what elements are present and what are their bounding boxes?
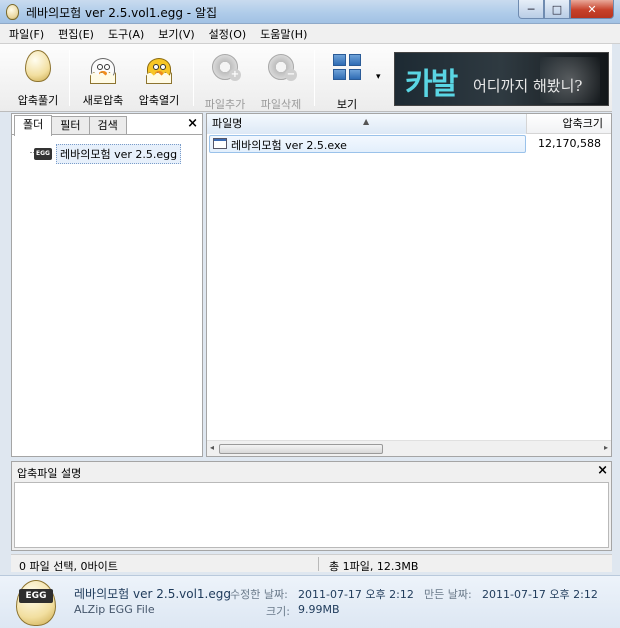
details-created-value: 2011-07-17 오후 2:12 xyxy=(482,588,598,601)
remove-gear-icon: − xyxy=(266,54,297,88)
status-divider xyxy=(318,557,319,571)
hatching-chick-yellow-icon xyxy=(144,50,174,84)
sort-ascending-icon: ▲ xyxy=(363,117,370,126)
explorer-details-pane: EGG 레바의모험 ver 2.5.vol1.egg ALZip EGG Fil… xyxy=(0,575,620,628)
window-controls: ─ □ ✕ xyxy=(518,0,614,19)
scroll-left-arrow-icon[interactable]: ◂ xyxy=(210,443,214,452)
column-filename-label: 파일명 xyxy=(212,117,243,130)
menu-view[interactable]: 보기(V) xyxy=(158,26,194,42)
menu-bar: 파일(F) 편집(E) 도구(A) 보기(V) 설정(O) 도움말(H) xyxy=(0,24,620,44)
archive-description-panel: 압축파일 설명 × xyxy=(11,461,612,551)
hatching-chick-white-icon xyxy=(88,50,118,84)
description-close-button[interactable]: × xyxy=(597,463,608,478)
extract-label: 압축풀기 xyxy=(17,94,59,107)
file-list-panel: ▲ 파일명 압축크기 레바의모험 ver 2.5.exe 12,170,588 … xyxy=(206,113,612,457)
close-button[interactable]: ✕ xyxy=(570,0,614,19)
egg-file-large-icon: EGG xyxy=(16,580,56,626)
menu-edit[interactable]: 편집(E) xyxy=(58,26,94,42)
extract-button[interactable]: 압축풀기 xyxy=(9,50,67,110)
banner-ad[interactable]: 카발 어디까지 해봤니? xyxy=(394,52,609,106)
egg-icon xyxy=(23,50,53,84)
view-button[interactable]: 보기 xyxy=(318,50,376,111)
folder-panel-close-button[interactable]: × xyxy=(187,116,198,131)
column-filename[interactable]: ▲ 파일명 xyxy=(207,114,527,134)
add-gear-icon: + xyxy=(210,54,241,88)
delete-file-button[interactable]: − 파일삭제 xyxy=(252,50,310,111)
tab-filter[interactable]: 필터 xyxy=(51,116,90,134)
view-label: 보기 xyxy=(336,98,358,111)
tab-search[interactable]: 검색 xyxy=(88,116,127,134)
status-selection: 0 파일 선택, 0바이트 xyxy=(19,560,118,573)
details-modified-label: 수정한 날짜: xyxy=(230,588,288,601)
toolbar-separator xyxy=(69,50,70,106)
description-textbox[interactable] xyxy=(14,482,609,548)
details-filename: 레바의모험 ver 2.5.vol1.egg xyxy=(74,587,231,601)
window-title: 레바의모험 ver 2.5.vol1.egg - 알집 xyxy=(26,6,218,20)
column-header: ▲ 파일명 압축크기 xyxy=(207,114,611,134)
status-total: 총 1파일, 12.3MB xyxy=(329,560,419,573)
banner-main-text: 카발 xyxy=(405,67,458,102)
add-file-button[interactable]: + 파일추가 xyxy=(196,50,254,111)
panel-tabs: 폴더 필터 검색 xyxy=(14,115,127,136)
file-row[interactable]: 레바의모험 ver 2.5.exe 12,170,588 xyxy=(209,135,609,153)
menu-file[interactable]: 파일(F) xyxy=(9,26,44,42)
scrollbar-thumb[interactable] xyxy=(219,444,383,454)
delete-file-label: 파일삭제 xyxy=(260,98,302,111)
details-size-label: 크기: xyxy=(266,605,290,618)
tree-item-label: 레바의모험 ver 2.5.egg xyxy=(56,144,182,164)
menu-settings[interactable]: 설정(O) xyxy=(209,26,246,42)
menu-tools[interactable]: 도구(A) xyxy=(108,26,144,42)
window-edge xyxy=(612,44,620,575)
new-archive-label: 새로압축 xyxy=(82,94,124,107)
maximize-button[interactable]: □ xyxy=(544,0,570,19)
description-title: 압축파일 설명 xyxy=(17,467,82,480)
file-name: 레바의모험 ver 2.5.exe xyxy=(231,139,347,152)
banner-sub-text: 어디까지 해봤니? xyxy=(473,77,583,95)
file-size: 12,170,588 xyxy=(538,137,601,150)
view-grid-icon xyxy=(332,54,362,88)
alzip-app-icon xyxy=(6,4,19,20)
tree-item-archive[interactable]: EGG 레바의모험 ver 2.5.egg xyxy=(34,144,182,164)
minimize-button[interactable]: ─ xyxy=(518,0,544,19)
column-compressed-size[interactable]: 압축크기 xyxy=(528,114,611,134)
title-bar: 레바의모험 ver 2.5.vol1.egg - 알집 ─ □ ✕ xyxy=(0,0,620,24)
toolbar-separator xyxy=(314,50,315,106)
details-size-value: 9.99MB xyxy=(298,603,340,616)
status-bar: 0 파일 선택, 0바이트 총 1파일, 12.3MB xyxy=(11,554,612,573)
toolbar-separator xyxy=(193,50,194,106)
add-file-label: 파일추가 xyxy=(204,98,246,111)
new-archive-button[interactable]: 새로압축 xyxy=(74,50,132,110)
tab-folder[interactable]: 폴더 xyxy=(14,115,53,136)
details-filetype: ALZip EGG File xyxy=(74,603,155,616)
horizontal-scrollbar[interactable]: ◂ ▸ xyxy=(207,440,611,456)
egg-archive-icon: EGG xyxy=(34,148,52,160)
egg-badge: EGG xyxy=(19,589,53,603)
folder-panel: 폴더 필터 검색 × EGG 레바의모험 ver 2.5.egg xyxy=(11,113,203,457)
scroll-right-arrow-icon[interactable]: ▸ xyxy=(604,443,608,452)
menu-help[interactable]: 도움말(H) xyxy=(260,26,307,42)
view-dropdown-arrow[interactable]: ▾ xyxy=(376,72,381,82)
open-archive-button[interactable]: 압축열기 xyxy=(130,50,188,110)
exe-file-icon xyxy=(213,138,227,149)
details-modified-value: 2011-07-17 오후 2:12 xyxy=(298,588,414,601)
details-created-label: 만든 날짜: xyxy=(424,588,472,601)
open-archive-label: 압축열기 xyxy=(138,94,180,107)
